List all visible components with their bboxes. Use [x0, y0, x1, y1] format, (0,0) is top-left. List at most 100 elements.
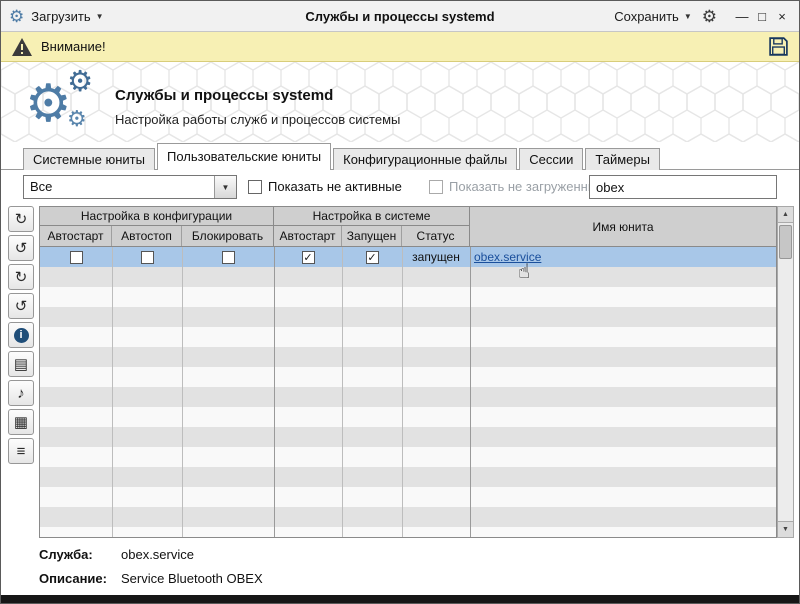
page-header: ⚙ ⚙ ⚙ Службы и процессы systemd Настройк… [1, 62, 799, 143]
service-value: obex.service [121, 547, 194, 562]
col-header-autostop-cfg: Автостоп [112, 226, 182, 246]
unit-status-button[interactable]: ▦ [8, 409, 34, 435]
save-menu-button[interactable]: Сохранить ▼ [614, 9, 692, 24]
side-toolbar: ↻ ↺ ↻ ↺ i ▤ ♪ ▦ ≡ [8, 206, 36, 464]
save-file-button[interactable] [768, 36, 789, 57]
app-gear-icon: ⚙ [9, 8, 24, 25]
gears-icon: ⚙ [25, 78, 72, 130]
scrollbar-thumb[interactable] [779, 225, 792, 259]
cursor-pointer-icon: ☝ [518, 259, 530, 284]
column-header-row: Автостарт Автостоп Блокировать Автостарт… [40, 226, 470, 246]
page-subtitle: Настройка работы служб и процессов систе… [115, 112, 400, 127]
save-menu-label: Сохранить [614, 9, 679, 24]
floppy-disk-icon [768, 36, 789, 57]
autostop-cfg-checkbox[interactable] [141, 251, 154, 264]
column-divider [342, 247, 343, 537]
col-header-status: Статус [402, 226, 470, 246]
combobox-arrow-button[interactable]: ▼ [214, 176, 236, 198]
tab-user-units[interactable]: Пользовательские юниты [157, 143, 331, 170]
info-button[interactable]: i [8, 322, 34, 348]
restart-service-button[interactable]: ↻ [8, 264, 34, 290]
col-header-autostart-sys: Автостарт [274, 226, 342, 246]
unit-name-link[interactable]: obex.service [474, 250, 541, 264]
warning-banner: Внимание! [1, 32, 799, 62]
filter-combobox[interactable]: Все ▼ [23, 175, 237, 199]
col-header-autostart-cfg: Автостарт [40, 226, 112, 246]
column-divider [470, 247, 471, 537]
unit-list-icon: ≡ [17, 444, 26, 459]
reload-config-icon: ↺ [15, 241, 28, 256]
service-row: Служба: obex.service [39, 547, 263, 562]
journal-button[interactable]: ▤ [8, 351, 34, 377]
show-inactive-label: Показать не активные [268, 179, 402, 194]
table-header-left: Настройка в конфигурации Настройка в сис… [40, 207, 470, 246]
warning-triangle-icon [11, 37, 33, 57]
refresh-button[interactable]: ↻ [8, 206, 34, 232]
revert-icon: ↺ [15, 299, 28, 314]
group-header-config: Настройка в конфигурации [40, 207, 274, 225]
show-inactive-checkbox[interactable]: Показать не активные [248, 179, 402, 194]
revert-button[interactable]: ↺ [8, 293, 34, 319]
autostart-sys-checkbox[interactable]: ✓ [302, 251, 315, 264]
detail-panel: Служба: obex.service Описание: Service B… [39, 547, 263, 595]
units-table: Настройка в конфигурации Настройка в сис… [39, 206, 777, 538]
table-header: Настройка в конфигурации Настройка в сис… [40, 207, 776, 247]
status-cell: запущен [402, 247, 470, 267]
maximize-button[interactable]: □ [753, 9, 771, 24]
unit-log-button[interactable]: ♪ [8, 380, 34, 406]
column-divider [274, 247, 275, 537]
description-row: Описание: Service Bluetooth OBEX [39, 571, 263, 586]
chevron-down-icon: ▼ [96, 12, 104, 21]
tab-config-files[interactable]: Конфигурационные файлы [333, 148, 517, 170]
journal-icon: ▤ [14, 357, 28, 372]
vertical-scrollbar[interactable]: ▲ ▼ [777, 206, 794, 538]
autostart-cfg-checkbox[interactable] [70, 251, 83, 264]
group-header-system: Настройка в системе [274, 207, 470, 225]
column-divider [112, 247, 113, 537]
unit-log-icon: ♪ [17, 386, 25, 401]
window-controls: — □ × [733, 9, 791, 24]
chevron-down-icon: ▼ [684, 12, 692, 21]
column-divider [402, 247, 403, 537]
search-input[interactable] [589, 175, 777, 199]
filter-row: Все ▼ Показать не активные Показать не з… [1, 170, 799, 202]
refresh-icon: ↻ [15, 212, 28, 227]
description-label: Описание: [39, 571, 121, 586]
restart-service-icon: ↻ [15, 270, 28, 285]
col-header-running: Запущен [342, 226, 402, 246]
load-menu-button[interactable]: Загрузить ▼ [31, 9, 103, 24]
titlebar-left: ⚙ Загрузить ▼ [9, 8, 104, 25]
show-unloaded-checkbox: Показать не загруженные [429, 179, 604, 194]
close-button[interactable]: × [773, 9, 791, 24]
tab-timers[interactable]: Таймеры [585, 148, 660, 170]
description-value: Service Bluetooth OBEX [121, 571, 263, 586]
gears-icon: ⚙ [67, 68, 93, 97]
tab-sessions[interactable]: Сессии [519, 148, 583, 170]
load-menu-label: Загрузить [31, 9, 90, 24]
app-window: ⚙ Загрузить ▼ Службы и процессы systemd … [0, 0, 800, 604]
block-cfg-checkbox[interactable] [222, 251, 235, 264]
reload-config-button[interactable]: ↺ [8, 235, 34, 261]
checkbox-box[interactable] [248, 180, 262, 194]
service-label: Служба: [39, 547, 121, 562]
window-bottom-edge [1, 595, 799, 603]
minimize-button[interactable]: — [733, 9, 751, 24]
table-body: ✓ ✓ запущен obex.service ☝ [40, 247, 776, 537]
gears-icon: ⚙ [67, 108, 87, 130]
warning-label: Внимание! [41, 39, 106, 54]
scroll-down-button[interactable]: ▼ [778, 521, 793, 537]
unit-status-icon: ▦ [14, 415, 28, 430]
titlebar: ⚙ Загрузить ▼ Службы и процессы systemd … [1, 1, 799, 32]
group-header-row: Настройка в конфигурации Настройка в сис… [40, 207, 470, 226]
page-title: Службы и процессы systemd [115, 87, 333, 104]
tab-bar: Системные юниты Пользовательские юниты К… [1, 143, 799, 170]
unit-list-button[interactable]: ≡ [8, 438, 34, 464]
col-header-block-cfg: Блокировать [182, 226, 274, 246]
settings-gear-button[interactable]: ⚙ [702, 8, 717, 25]
tab-system-units[interactable]: Системные юниты [23, 148, 155, 170]
running-checkbox[interactable]: ✓ [366, 251, 379, 264]
scroll-up-button[interactable]: ▲ [778, 207, 793, 223]
table-row[interactable]: ✓ ✓ запущен obex.service [40, 247, 776, 267]
info-icon: i [14, 328, 29, 343]
col-header-unit-name: Имя юнита [470, 207, 776, 246]
